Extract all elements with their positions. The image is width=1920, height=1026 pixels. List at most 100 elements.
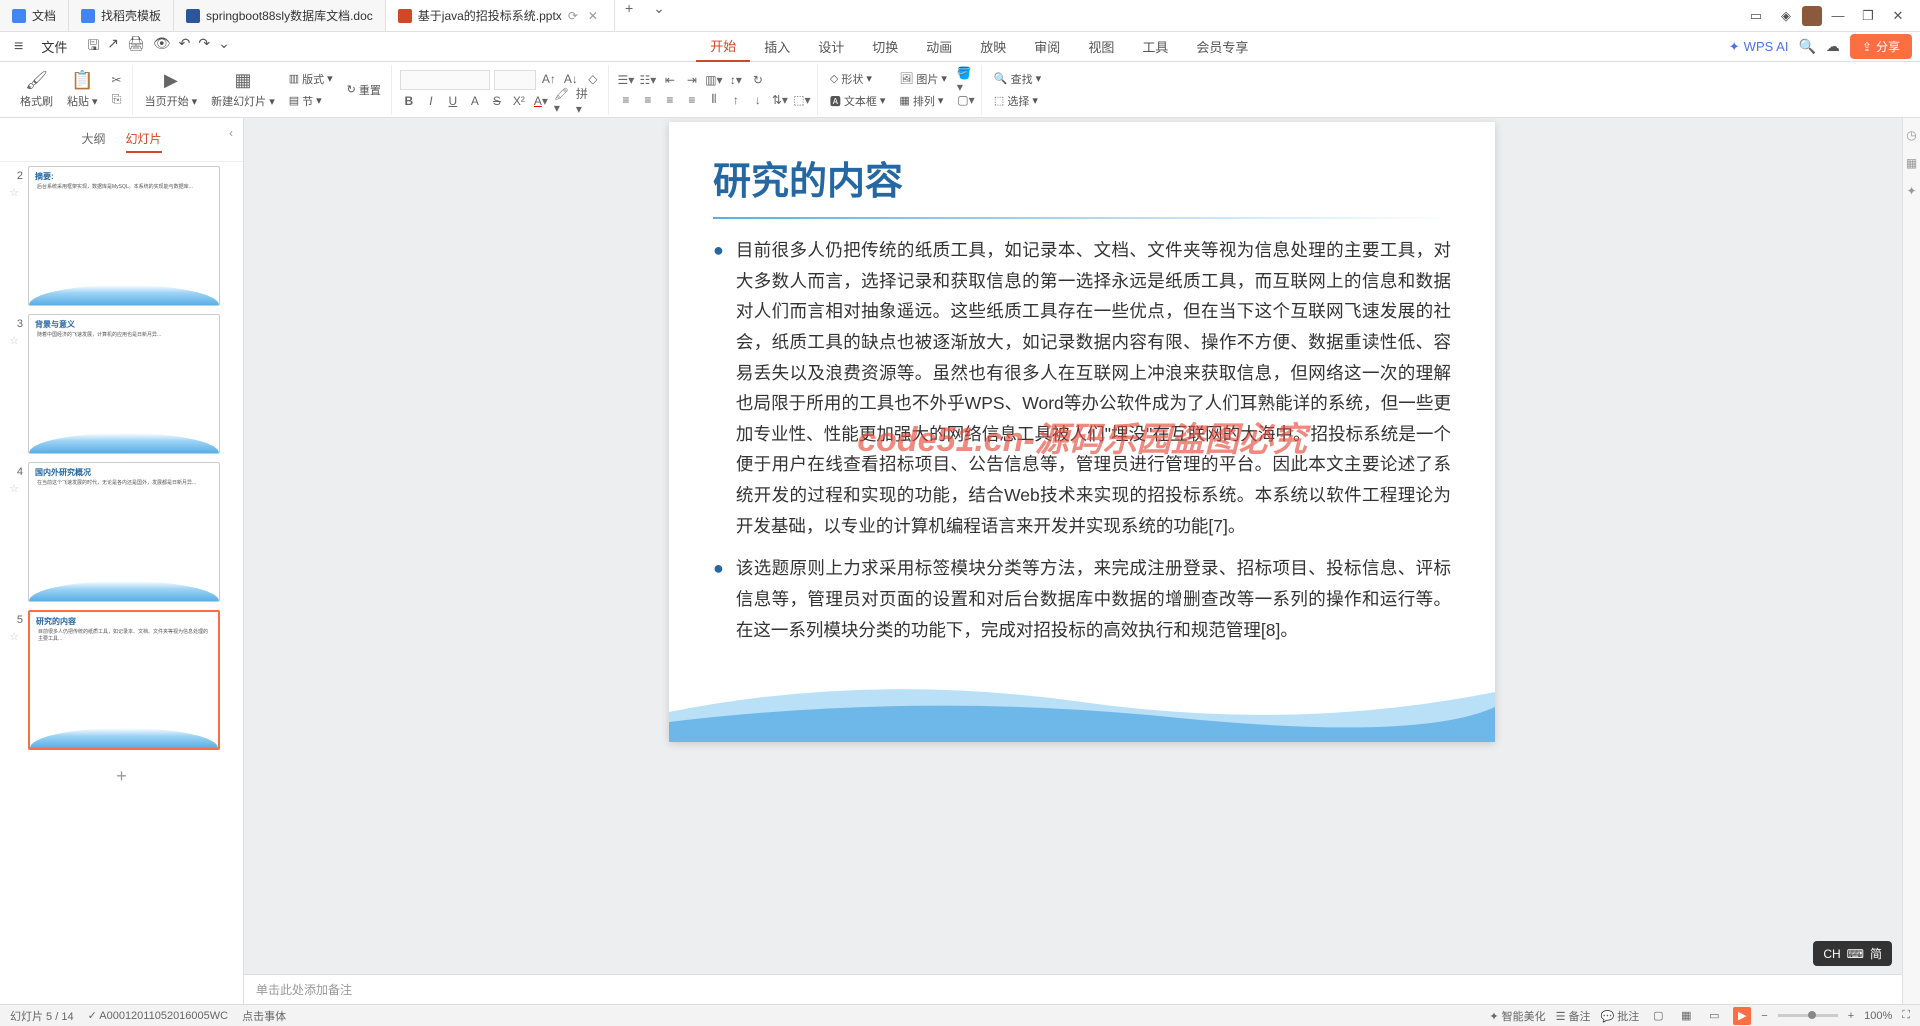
star-icon[interactable]: ☆ — [9, 630, 19, 643]
normal-view-icon[interactable]: ▢ — [1649, 1007, 1667, 1025]
current-page-start-button[interactable]: ▶ 当页开始 ▾ — [141, 68, 202, 111]
share-button[interactable]: ⇪ 分享 — [1850, 34, 1912, 59]
section-button[interactable]: ▤ 节 ▾ — [285, 91, 337, 111]
zoom-out-button[interactable]: − — [1761, 1010, 1767, 1022]
qat-dropdown-icon[interactable]: ⌄ — [218, 35, 230, 59]
search-icon[interactable]: 🔍 — [1798, 38, 1815, 55]
reset-button[interactable]: ↻ 重置 — [343, 80, 385, 100]
ime-indicator[interactable]: CH ⌨ 简 — [1813, 941, 1892, 966]
copy-icon[interactable]: ⎘ — [108, 91, 126, 109]
increase-font-icon[interactable]: A↑ — [540, 70, 558, 88]
line-up-icon[interactable]: ↑ — [727, 91, 745, 109]
tab-review[interactable]: 审阅 — [1020, 32, 1074, 62]
tab-insert[interactable]: 插入 — [750, 32, 804, 62]
strike-icon[interactable]: S — [488, 92, 506, 110]
zoom-slider[interactable] — [1778, 1014, 1838, 1017]
tab-transition[interactable]: 切换 — [858, 32, 912, 62]
hamburger-icon[interactable]: ≡ — [8, 38, 29, 56]
collapse-panel-icon[interactable]: ‹ — [229, 126, 233, 140]
line-spacing-icon[interactable]: ⇅▾ — [771, 91, 789, 109]
preview-icon[interactable]: 👁 — [153, 35, 171, 59]
tab-word-doc[interactable]: springboot88sly数据库文档.doc — [174, 0, 386, 31]
thumbnail-slide-5-selected[interactable]: 研究的内容 目前很多人仍把传统的纸质工具，如记录本、文档、文件夹等视为信息处理的… — [28, 610, 220, 750]
textbox-button[interactable]: 🅰 文本框 ▾ — [826, 91, 890, 111]
export-icon[interactable]: ↗ — [107, 35, 119, 59]
reading-view-icon[interactable]: ▭ — [1705, 1007, 1723, 1025]
highlight-icon[interactable]: 🖍▾ — [554, 92, 572, 110]
layout-button[interactable]: ▥ 版式 ▾ — [285, 69, 337, 89]
picture-button[interactable]: 🖼 图片 ▾ — [895, 69, 951, 89]
tab-vip[interactable]: 会员专享 — [1182, 32, 1262, 62]
superscript-icon[interactable]: X² — [510, 92, 528, 110]
find-button[interactable]: 🔍 查找 ▾ — [990, 69, 1045, 89]
slide-body[interactable]: ● 目前很多人仍把传统的纸质工具，如记录本、文档、文件夹等视为信息处理的主要工具… — [669, 235, 1495, 645]
font-family-select[interactable] — [400, 70, 490, 90]
numbering-icon[interactable]: ☷▾ — [639, 71, 657, 89]
cut-icon[interactable]: ✂ — [108, 71, 126, 89]
thumbnail-list[interactable]: 2 ☆ 摘要: 后台系统采用框架实现，数据库是MySQL。本系统的实现能与数据库… — [0, 162, 243, 1004]
shadow-icon[interactable]: A — [466, 92, 484, 110]
save-icon[interactable]: 🖫 — [87, 35, 99, 59]
tab-view[interactable]: 视图 — [1074, 32, 1128, 62]
star-icon[interactable]: ☆ — [9, 482, 19, 495]
align-center-icon[interactable]: ≡ — [639, 91, 657, 109]
add-slide-button[interactable]: + — [4, 758, 239, 795]
wps-ai-button[interactable]: ✦ WPS AI — [1729, 39, 1789, 55]
beautify-button[interactable]: ✦ 智能美化 — [1489, 1008, 1545, 1024]
dock-icon-1[interactable]: ◷ — [1906, 128, 1916, 142]
tab-tools[interactable]: 工具 — [1128, 32, 1182, 62]
star-icon[interactable]: ☆ — [9, 186, 19, 199]
pinyin-icon[interactable]: 拼▾ — [576, 92, 594, 110]
maximize-button[interactable]: ❐ — [1854, 2, 1882, 30]
line-down-icon[interactable]: ↓ — [749, 91, 767, 109]
refresh-icon[interactable]: ⟳ — [568, 9, 578, 23]
zoom-in-button[interactable]: + — [1848, 1010, 1854, 1022]
redo-icon[interactable]: ↷ — [198, 35, 210, 59]
notes-toggle[interactable]: ☰ 备注 — [1556, 1008, 1591, 1024]
tab-animation[interactable]: 动画 — [912, 32, 966, 62]
tab-slideshow[interactable]: 放映 — [966, 32, 1020, 62]
tab-start[interactable]: 开始 — [696, 32, 750, 62]
thumbnail-slide-3[interactable]: 背景与意义 随着中国经济的飞速发展，计算机的应用也是日新月异... — [28, 314, 220, 454]
underline-icon[interactable]: U — [444, 92, 462, 110]
font-color-icon[interactable]: A▾ — [532, 92, 550, 110]
font-size-select[interactable] — [494, 70, 536, 90]
canvas-scroll[interactable]: 研究的内容 ● 目前很多人仍把传统的纸质工具，如记录本、文档、文件夹等视为信息处… — [244, 118, 1920, 974]
fill-icon[interactable]: 🪣▾ — [957, 71, 975, 89]
thumbnail-slide-2[interactable]: 摘要: 后台系统采用框架实现，数据库是MySQL。本系统的实现能与数据库... — [28, 166, 220, 306]
notes-pane[interactable]: 单击此处添加备注 — [244, 974, 1920, 1004]
arrange-button[interactable]: ▦ 排列 ▾ — [895, 91, 951, 111]
shapes-button[interactable]: ◇ 形状 ▾ — [826, 69, 890, 89]
slideshow-view-icon[interactable]: ▶ — [1733, 1007, 1751, 1025]
dock-icon-3[interactable]: ✦ — [1906, 184, 1916, 198]
undo-icon[interactable]: ↶ — [179, 35, 191, 59]
panel-icon[interactable]: ▭ — [1742, 2, 1770, 30]
indent-decrease-icon[interactable]: ⇤ — [661, 71, 679, 89]
slide-title[interactable]: 研究的内容 — [669, 122, 1495, 217]
comments-toggle[interactable]: 💬 批注 — [1601, 1008, 1640, 1024]
select-button[interactable]: ⬚ 选择 ▾ — [990, 91, 1045, 111]
slides-tab[interactable]: 幻灯片 — [126, 126, 162, 153]
thumbnail-slide-4[interactable]: 国内外研究概况 在当前这个飞速发展的时代，无论是各内还是国外，发展都是日新月异.… — [28, 462, 220, 602]
slide-canvas[interactable]: 研究的内容 ● 目前很多人仍把传统的纸质工具，如记录本、文档、文件夹等视为信息处… — [669, 122, 1495, 742]
align-left-icon[interactable]: ≡ — [617, 91, 635, 109]
print-icon[interactable]: 🖨 — [127, 35, 145, 59]
indent-increase-icon[interactable]: ⇥ — [683, 71, 701, 89]
minimize-button[interactable]: — — [1824, 2, 1852, 30]
close-tab-icon[interactable]: ✕ — [584, 9, 602, 23]
spacing-icon[interactable]: ⬚▾ — [793, 91, 811, 109]
bullet-1[interactable]: ● 目前很多人仍把传统的纸质工具，如记录本、文档、文件夹等视为信息处理的主要工具… — [713, 235, 1451, 541]
align-right-icon[interactable]: ≡ — [661, 91, 679, 109]
file-menu[interactable]: 文件 — [33, 37, 75, 56]
outline-tab[interactable]: 大纲 — [81, 126, 105, 153]
dock-icon-2[interactable]: ▦ — [1906, 156, 1917, 170]
cube-icon[interactable]: ◈ — [1772, 2, 1800, 30]
new-tab-button[interactable]: + — [615, 0, 643, 31]
bullets-icon[interactable]: ☰▾ — [617, 71, 635, 89]
columns-icon[interactable]: ▥▾ — [705, 71, 723, 89]
italic-icon[interactable]: I — [422, 92, 440, 110]
fit-icon[interactable]: ⛶ — [1902, 1009, 1910, 1022]
tab-pptx-active[interactable]: 基于java的招投标系统.pptx ⟳ ✕ — [386, 0, 615, 31]
zoom-value[interactable]: 100% — [1864, 1010, 1892, 1022]
bullet-2[interactable]: ● 该选题原则上力求采用标签模块分类等方法，来完成注册登录、招标项目、投标信息、… — [713, 553, 1451, 645]
